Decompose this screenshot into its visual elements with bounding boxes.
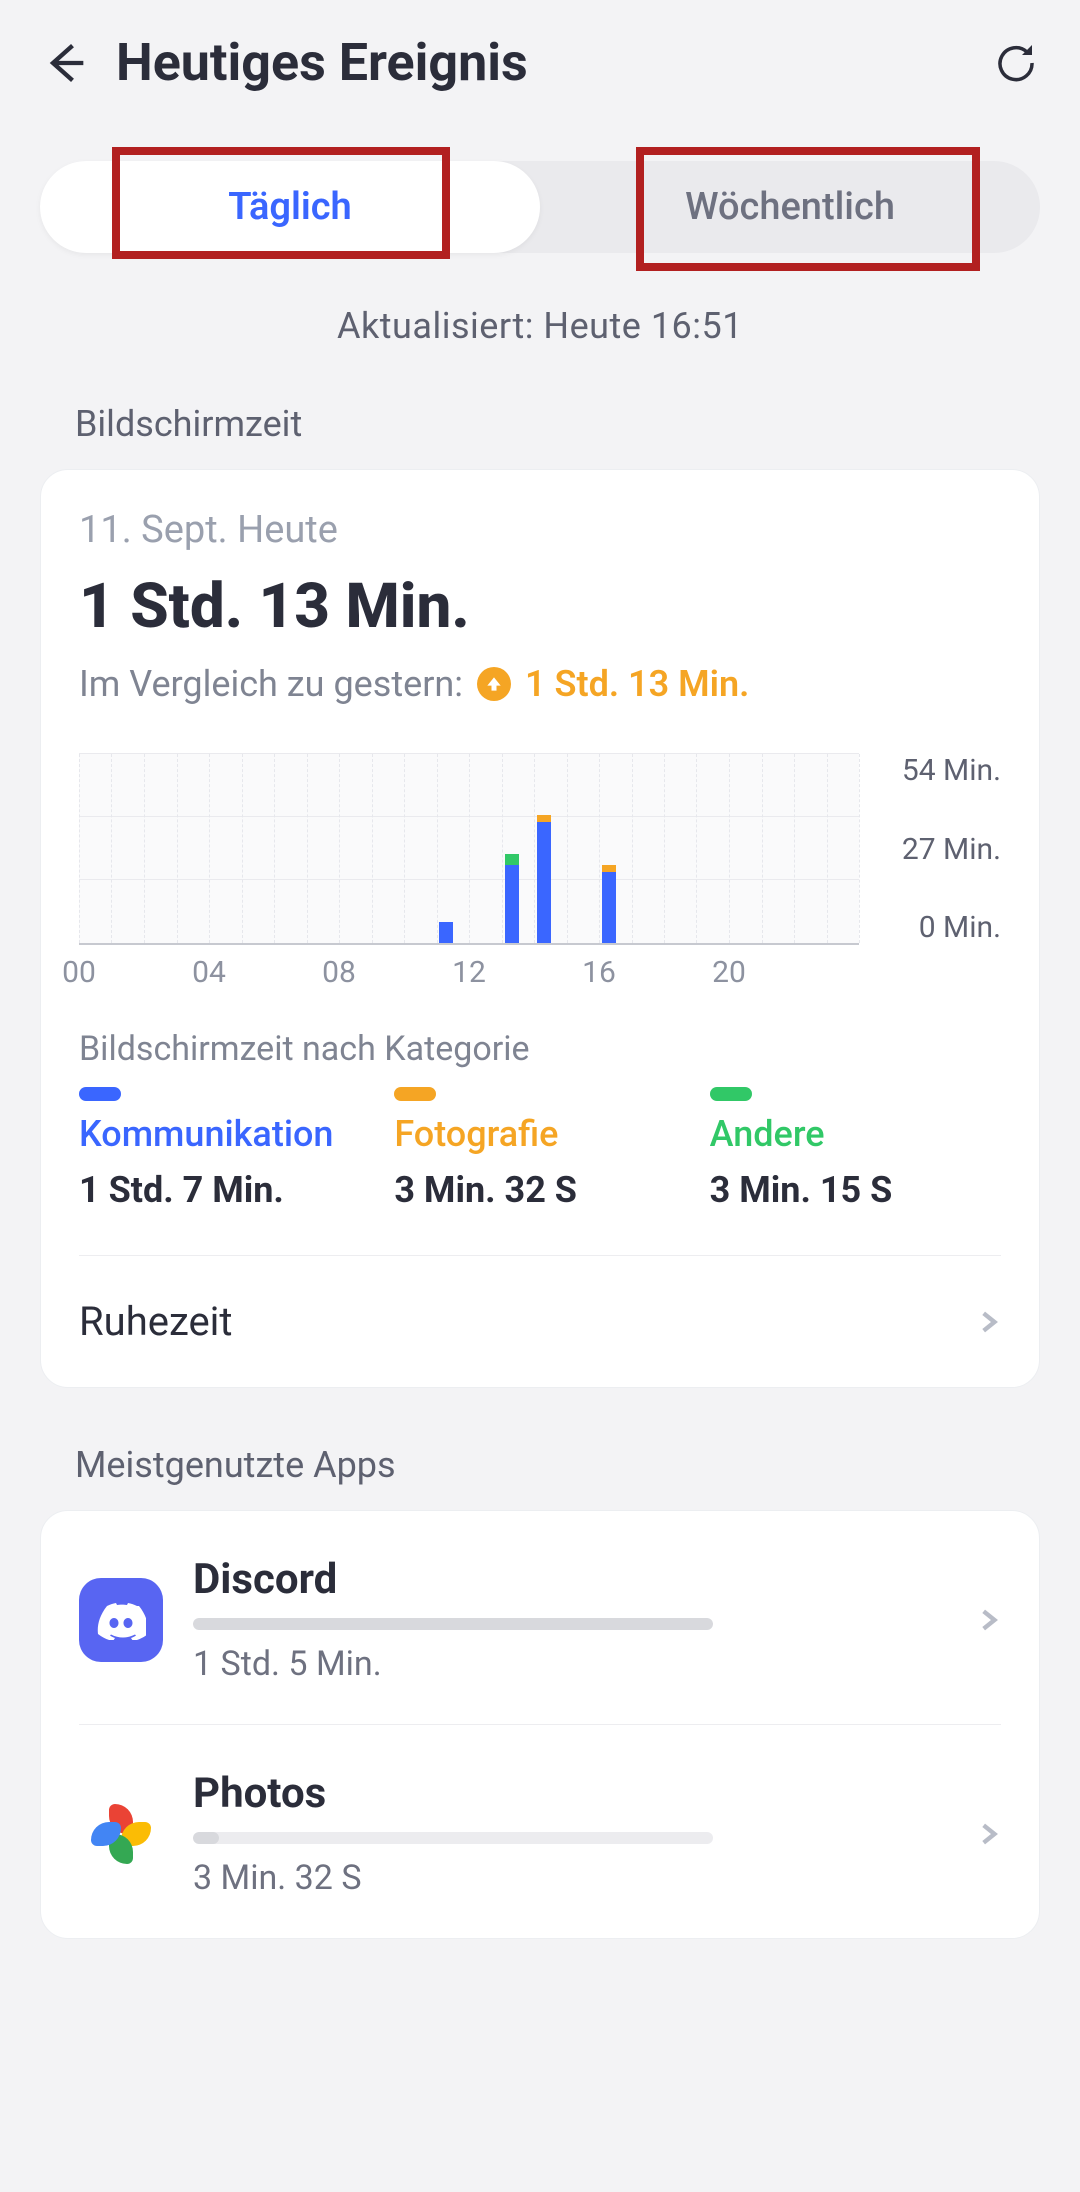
y-tick: 27 Min. xyxy=(877,832,1001,867)
chart-y-axis: 54 Min. 27 Min. 0 Min. xyxy=(871,753,1001,945)
total-screentime: 1 Std. 13 Min. xyxy=(79,570,1001,643)
x-tick: 12 xyxy=(452,955,486,990)
screentime-card: 11. Sept. Heute 1 Std. 13 Min. Im Vergle… xyxy=(40,469,1040,1388)
category-pill xyxy=(394,1087,436,1101)
compare-label: Im Vergleich zu gestern: xyxy=(79,663,463,705)
app-time: 3 Min. 32 S xyxy=(193,1858,945,1898)
chart-bar xyxy=(439,922,453,943)
category-pill xyxy=(710,1087,752,1101)
tab-daily[interactable]: Täglich xyxy=(40,161,540,253)
compare-delta: 1 Std. 13 Min. xyxy=(525,663,749,705)
ruhezeit-row[interactable]: Ruhezeit xyxy=(79,1256,1001,1387)
y-tick: 0 Min. xyxy=(877,910,1001,945)
refresh-icon[interactable] xyxy=(992,39,1040,87)
category-time: 1 Std. 7 Min. xyxy=(79,1169,370,1211)
x-tick: 08 xyxy=(322,955,356,990)
updated-label: Aktualisiert: Heute 16:51 xyxy=(0,305,1080,347)
app-usage-bar xyxy=(193,1618,713,1630)
period-segmented-control: Täglich Wöchentlich xyxy=(40,161,1040,253)
back-icon[interactable] xyxy=(40,37,92,89)
app-row[interactable]: Discord 1 Std. 5 Min. xyxy=(79,1511,1001,1725)
section-label-screentime: Bildschirmzeit xyxy=(75,403,1080,445)
category-item: Kommunikation 1 Std. 7 Min. xyxy=(79,1087,370,1211)
tab-weekly[interactable]: Wöchentlich xyxy=(540,161,1040,253)
x-tick: 16 xyxy=(582,955,616,990)
x-tick: 00 xyxy=(62,955,96,990)
x-tick: 20 xyxy=(712,955,746,990)
chart-bar xyxy=(537,815,551,943)
section-label-apps: Meistgenutzte Apps xyxy=(75,1444,1080,1486)
chevron-right-icon xyxy=(975,1607,1001,1633)
category-name: Fotografie xyxy=(394,1113,685,1155)
chevron-right-icon xyxy=(975,1821,1001,1847)
page-title: Heutiges Ereignis xyxy=(116,32,992,93)
category-name: Kommunikation xyxy=(79,1113,370,1155)
compare-row: Im Vergleich zu gestern: 1 Std. 13 Min. xyxy=(79,663,1001,705)
category-time: 3 Min. 32 S xyxy=(394,1169,685,1211)
category-name: Andere xyxy=(710,1113,1001,1155)
x-tick: 04 xyxy=(192,955,226,990)
photos-icon xyxy=(79,1792,163,1876)
app-row[interactable]: Photos 3 Min. 32 S xyxy=(79,1725,1001,1938)
chart-bar xyxy=(602,865,616,943)
app-time: 1 Std. 5 Min. xyxy=(193,1644,945,1684)
chevron-right-icon xyxy=(975,1309,1001,1335)
chart-bar xyxy=(505,854,519,943)
app-usage-bar xyxy=(193,1832,713,1844)
apps-card: Discord 1 Std. 5 Min. Photos 3 Min. 32 S xyxy=(40,1510,1040,1939)
arrow-up-icon xyxy=(477,667,511,701)
ruhezeit-label: Ruhezeit xyxy=(79,1298,233,1345)
category-time: 3 Min. 15 S xyxy=(710,1169,1001,1211)
discord-icon xyxy=(79,1578,163,1662)
y-tick: 54 Min. xyxy=(877,753,1001,788)
app-name: Discord xyxy=(193,1555,945,1604)
category-title: Bildschirmzeit nach Kategorie xyxy=(79,1029,1001,1069)
screentime-chart: 000408121620 54 Min. 27 Min. 0 Min. xyxy=(79,753,1001,991)
category-item: Fotografie 3 Min. 32 S xyxy=(394,1087,685,1211)
category-pill xyxy=(79,1087,121,1101)
app-name: Photos xyxy=(193,1769,945,1818)
date-line: 11. Sept. Heute xyxy=(79,508,1001,552)
category-item: Andere 3 Min. 15 S xyxy=(710,1087,1001,1211)
